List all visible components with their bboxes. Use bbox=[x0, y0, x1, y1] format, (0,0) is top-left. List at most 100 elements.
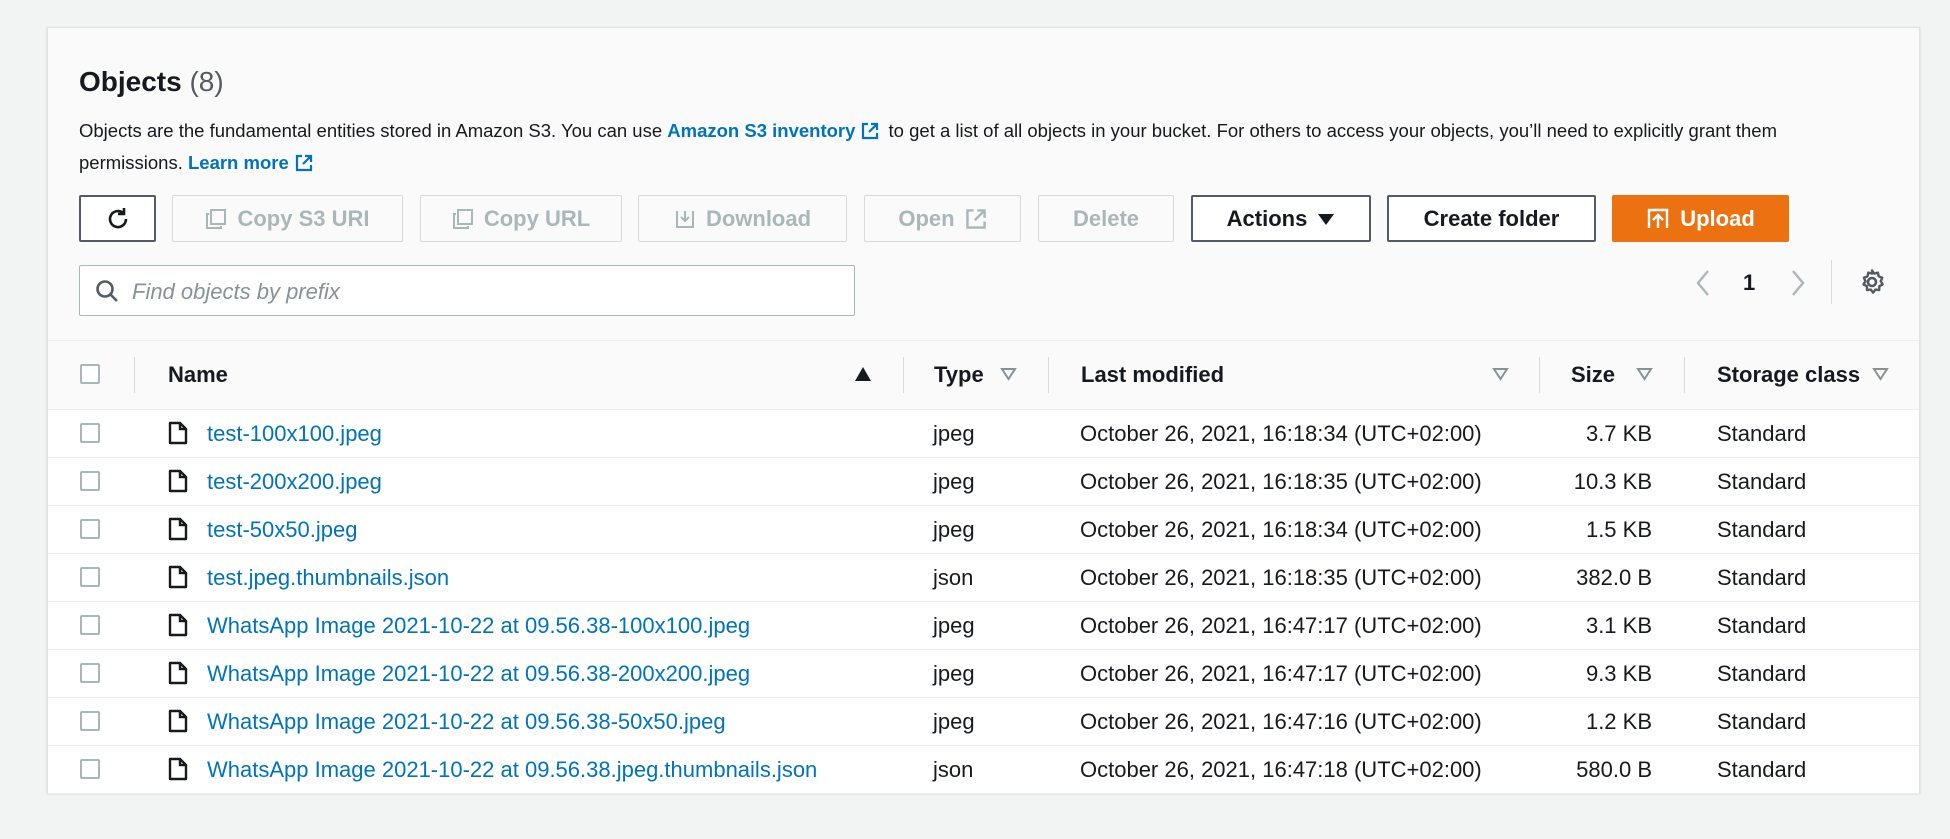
search-icon bbox=[96, 280, 118, 302]
external-link-icon bbox=[862, 122, 879, 140]
file-icon bbox=[168, 661, 188, 691]
copy-s3-uri-label: Copy S3 URI bbox=[237, 205, 370, 231]
object-last-modified: October 26, 2021, 16:18:34 (UTC+02:00) bbox=[1080, 421, 1482, 446]
download-label: Download bbox=[705, 205, 812, 231]
column-header-type[interactable]: Type bbox=[934, 362, 984, 388]
download-button[interactable]: Download bbox=[638, 195, 847, 242]
column-header-storage-class[interactable]: Storage class bbox=[1717, 362, 1860, 388]
copy-url-label: Copy URL bbox=[483, 205, 591, 231]
object-last-modified: October 26, 2021, 16:47:17 (UTC+02:00) bbox=[1080, 661, 1482, 686]
object-size: 3.7 KB bbox=[1585, 421, 1652, 446]
current-page[interactable]: 1 bbox=[1743, 270, 1755, 296]
object-name-link[interactable]: WhatsApp Image 2021-10-22 at 09.56.38-50… bbox=[207, 709, 726, 735]
object-name-link[interactable]: test-200x200.jpeg bbox=[207, 469, 382, 495]
external-link-icon bbox=[295, 154, 312, 172]
object-size: 1.2 KB bbox=[1585, 709, 1652, 734]
create-folder-label: Create folder bbox=[1423, 205, 1560, 231]
previous-page-icon[interactable] bbox=[1694, 268, 1712, 298]
object-name-link[interactable]: test-100x100.jpeg bbox=[207, 421, 382, 447]
object-last-modified: October 26, 2021, 16:18:35 (UTC+02:00) bbox=[1080, 565, 1482, 590]
sort-ascending-icon[interactable] bbox=[854, 366, 872, 382]
sort-filter-icon[interactable] bbox=[1872, 367, 1889, 381]
column-header-name[interactable]: Name bbox=[168, 362, 228, 388]
object-size: 9.3 KB bbox=[1585, 661, 1652, 686]
sort-filter-icon[interactable] bbox=[1492, 367, 1509, 381]
create-folder-button[interactable]: Create folder bbox=[1387, 195, 1596, 242]
sort-filter-icon[interactable] bbox=[1636, 367, 1653, 381]
file-icon bbox=[168, 469, 188, 499]
open-button[interactable]: Open bbox=[864, 195, 1021, 242]
learn-more-link[interactable]: Learn more bbox=[188, 152, 317, 173]
column-header-last-modified[interactable]: Last modified bbox=[1081, 362, 1224, 388]
row-checkbox[interactable] bbox=[80, 759, 100, 779]
object-storage-class: Standard bbox=[1717, 613, 1807, 638]
object-type: jpeg bbox=[933, 661, 975, 686]
object-size: 580.0 B bbox=[1576, 757, 1652, 782]
select-all-checkbox[interactable] bbox=[80, 364, 100, 384]
external-link-icon bbox=[965, 208, 986, 229]
actions-dropdown[interactable]: Actions bbox=[1191, 195, 1371, 242]
object-last-modified: October 26, 2021, 16:47:17 (UTC+02:00) bbox=[1080, 613, 1482, 638]
upload-button[interactable]: Upload bbox=[1612, 195, 1789, 242]
row-checkbox[interactable] bbox=[80, 663, 100, 683]
description: Objects are the fundamental entities sto… bbox=[79, 115, 1859, 179]
row-checkbox[interactable] bbox=[80, 519, 100, 539]
caret-down-icon bbox=[1318, 213, 1335, 225]
column-divider bbox=[903, 357, 904, 393]
object-type: jpeg bbox=[933, 517, 975, 542]
object-storage-class: Standard bbox=[1717, 469, 1807, 494]
column-divider bbox=[134, 357, 135, 393]
copy-s3-uri-button[interactable]: Copy S3 URI bbox=[172, 195, 403, 242]
sort-filter-icon[interactable] bbox=[1000, 367, 1017, 381]
actions-label: Actions bbox=[1226, 205, 1308, 231]
row-checkbox[interactable] bbox=[80, 471, 100, 491]
title-text: Objects bbox=[79, 66, 182, 97]
object-name-link[interactable]: test.jpeg.thumbnails.json bbox=[207, 565, 449, 591]
object-name-link[interactable]: test-50x50.jpeg bbox=[207, 517, 357, 543]
toolbar-divider bbox=[1831, 260, 1832, 304]
object-last-modified: October 26, 2021, 16:47:18 (UTC+02:00) bbox=[1080, 757, 1482, 782]
download-icon bbox=[675, 210, 694, 228]
object-name-link[interactable]: WhatsApp Image 2021-10-22 at 09.56.38-20… bbox=[207, 661, 750, 687]
column-divider bbox=[1048, 357, 1049, 393]
learn-more-label: Learn more bbox=[187, 152, 289, 173]
file-icon bbox=[168, 517, 188, 547]
s3-inventory-link[interactable]: Amazon S3 inventory bbox=[667, 120, 883, 141]
row-checkbox[interactable] bbox=[80, 423, 100, 443]
copy-icon bbox=[452, 208, 473, 229]
search-input[interactable]: Find objects by prefix bbox=[79, 265, 855, 316]
delete-button[interactable]: Delete bbox=[1038, 195, 1174, 242]
copy-url-button[interactable]: Copy URL bbox=[420, 195, 622, 242]
upload-icon bbox=[1648, 208, 1669, 228]
column-header-size[interactable]: Size bbox=[1571, 362, 1615, 388]
object-size: 3.1 KB bbox=[1585, 613, 1652, 638]
object-last-modified: October 26, 2021, 16:18:34 (UTC+02:00) bbox=[1080, 517, 1482, 542]
search-placeholder: Find objects by prefix bbox=[132, 279, 340, 304]
object-storage-class: Standard bbox=[1717, 661, 1807, 686]
object-type: jpeg bbox=[933, 613, 975, 638]
object-storage-class: Standard bbox=[1717, 709, 1807, 734]
object-type: jpeg bbox=[933, 421, 975, 446]
column-divider bbox=[1684, 357, 1685, 393]
object-size: 10.3 KB bbox=[1573, 469, 1652, 494]
next-page-icon[interactable] bbox=[1789, 268, 1807, 298]
object-count: (8) bbox=[189, 66, 224, 97]
row-checkbox[interactable] bbox=[80, 567, 100, 587]
row-checkbox[interactable] bbox=[80, 615, 100, 635]
s3-inventory-link-label: Amazon S3 inventory bbox=[667, 120, 856, 141]
object-size: 1.5 KB bbox=[1585, 517, 1652, 542]
open-label: Open bbox=[898, 205, 955, 231]
object-storage-class: Standard bbox=[1717, 565, 1807, 590]
object-name-link[interactable]: WhatsApp Image 2021-10-22 at 09.56.38.jp… bbox=[207, 757, 817, 783]
column-divider bbox=[1539, 357, 1540, 393]
object-last-modified: October 26, 2021, 16:47:16 (UTC+02:00) bbox=[1080, 709, 1482, 734]
description-text-1: Objects are the fundamental entities sto… bbox=[79, 120, 668, 141]
row-checkbox[interactable] bbox=[80, 711, 100, 731]
refresh-button[interactable] bbox=[79, 195, 156, 242]
object-name-link[interactable]: WhatsApp Image 2021-10-22 at 09.56.38-10… bbox=[207, 613, 750, 639]
file-icon bbox=[168, 613, 188, 643]
object-type: jpeg bbox=[933, 709, 975, 734]
gear-icon[interactable] bbox=[1858, 268, 1886, 296]
file-icon bbox=[168, 565, 188, 595]
refresh-icon bbox=[108, 207, 127, 228]
